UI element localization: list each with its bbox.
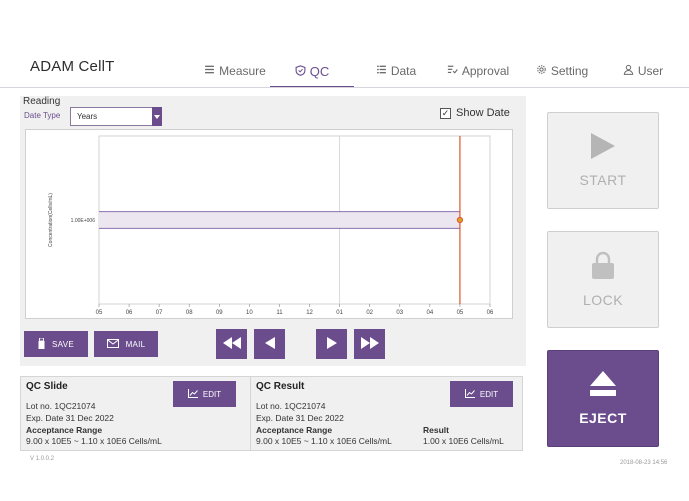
reading-title: Reading (23, 96, 61, 107)
arrow-left-icon (264, 337, 275, 351)
x-tick-label: 03 (396, 310, 403, 316)
acceptance-band (99, 211, 460, 229)
tab-setting[interactable]: Setting (530, 54, 594, 88)
double-arrow-left-icon (222, 337, 241, 351)
y-axis-label: Concentration(Cells/mL) (48, 193, 54, 247)
tab-qc[interactable]: QC (280, 54, 344, 88)
x-tick-label: 05 (96, 310, 103, 316)
gear-icon (536, 64, 547, 78)
date-type-label: Date Type (24, 111, 61, 120)
show-date-label: Show Date (456, 107, 510, 119)
mail-button-label: MAIL (125, 339, 146, 349)
save-button[interactable]: SAVE (24, 331, 88, 357)
reading-panel: Reading Date Type Years ✓ Show Date 1.00… (20, 96, 526, 366)
chart-icon (187, 388, 198, 400)
x-tick-label: 05 (457, 310, 464, 316)
chevron-down-icon[interactable] (152, 107, 162, 126)
qc-result-result-label: Result (423, 425, 449, 435)
timestamp-label: 2018-08-23 14:56 (620, 460, 668, 466)
x-tick-label: 06 (487, 310, 494, 316)
double-arrow-right-icon (360, 337, 379, 351)
tab-qc-label: QC (309, 63, 330, 79)
qc-result-exp-date: Exp. Date 31 Dec 2022 (256, 413, 344, 423)
y-tick-label: 1.00E+006 (71, 218, 96, 224)
x-tick-label: 09 (216, 310, 223, 316)
previous-button[interactable] (254, 329, 285, 359)
approval-icon (447, 64, 458, 78)
tab-data-label: Data (390, 64, 417, 78)
mail-button[interactable]: MAIL (94, 331, 158, 357)
start-button[interactable]: START (547, 112, 659, 209)
qc-slide-card: QC Slide EDIT Lot no. 1QC21074 Exp. Date… (20, 376, 272, 451)
qc-result-range-value: 9.00 x 10E5 ~ 1.10 x 10E6 Cells/mL (256, 436, 392, 446)
qc-slide-edit-button[interactable]: EDIT (173, 381, 236, 407)
qc-slide-edit-label: EDIT (202, 389, 222, 399)
x-tick-label: 11 (276, 310, 283, 316)
tab-measure[interactable]: Measure (200, 54, 270, 88)
start-button-label: START (579, 172, 627, 188)
arrow-right-icon (326, 337, 337, 351)
qc-result-card: QC Result EDIT Lot no. 1QC21074 Exp. Dat… (250, 376, 523, 451)
tab-setting-label: Setting (550, 64, 589, 78)
last-page-button[interactable] (354, 329, 385, 359)
x-tick-label: 10 (246, 310, 253, 316)
qc-slide-range-value: 9.00 x 10E5 ~ 1.10 x 10E6 Cells/mL (26, 436, 162, 446)
date-type-select[interactable]: Years (70, 107, 162, 126)
qc-slide-exp-date: Exp. Date 31 Dec 2022 (26, 413, 114, 423)
qc-result-edit-button[interactable]: EDIT (450, 381, 513, 407)
x-tick-label: 01 (336, 310, 343, 316)
next-button[interactable] (316, 329, 347, 359)
qc-result-title: QC Result (256, 381, 305, 392)
eject-button[interactable]: EJECT (547, 350, 659, 447)
eject-button-label: EJECT (579, 410, 627, 426)
mail-icon (106, 338, 119, 350)
checkmark-icon: ✓ (441, 107, 450, 118)
qc-chart-svg: 1.00E+006 Concentration(Cells/mL) 05 06 07 08… (48, 135, 494, 316)
version-label: V 1.0.0.2 (30, 456, 55, 462)
qc-result-result-value: 1.00 x 10E6 Cells/mL (423, 436, 504, 446)
tab-measure-label: Measure (219, 64, 266, 78)
first-page-button[interactable] (216, 329, 247, 359)
tab-approval-label: Approval (461, 64, 510, 78)
shield-icon (295, 64, 306, 79)
eject-icon (590, 371, 616, 400)
qc-slide-range-label: Acceptance Range (26, 425, 103, 435)
chart-icon (464, 388, 475, 400)
list-icon (204, 64, 215, 78)
play-icon (591, 133, 615, 162)
lock-button-label: LOCK (582, 292, 624, 308)
show-date-checkbox[interactable]: ✓ (440, 107, 451, 119)
data-point (456, 216, 464, 224)
x-tick-label: 02 (366, 310, 373, 316)
user-icon (623, 64, 634, 78)
app-brand: ADAM CellT (30, 58, 115, 75)
x-tick-label: 04 (427, 310, 434, 316)
x-tick-label: 07 (156, 310, 163, 316)
x-tick-label: 06 (126, 310, 133, 316)
header-divider (0, 87, 689, 88)
show-date-toggle[interactable]: ✓ Show Date (440, 107, 510, 119)
x-tick-label: 12 (306, 310, 313, 316)
lock-icon (591, 251, 615, 282)
x-tick-label: 08 (186, 310, 193, 316)
tab-user[interactable]: User (618, 54, 668, 88)
qc-result-range-label: Acceptance Range (256, 425, 333, 435)
qc-slide-title: QC Slide (26, 381, 68, 392)
tab-approval[interactable]: Approval (440, 54, 516, 88)
qc-slide-lot: Lot no. 1QC21074 (26, 401, 96, 411)
list-icon (376, 64, 387, 78)
save-button-label: SAVE (52, 339, 74, 349)
qc-result-lot: Lot no. 1QC21074 (256, 401, 326, 411)
tab-data[interactable]: Data (366, 54, 426, 88)
qc-chart: 1.00E+006 Concentration(Cells/mL) 05 06 07 08… (25, 129, 513, 319)
tab-user-label: User (637, 64, 664, 78)
lock-button[interactable]: LOCK (547, 231, 659, 328)
qc-result-edit-label: EDIT (479, 389, 499, 399)
usb-icon (38, 337, 45, 351)
date-type-value: Years (77, 112, 98, 121)
